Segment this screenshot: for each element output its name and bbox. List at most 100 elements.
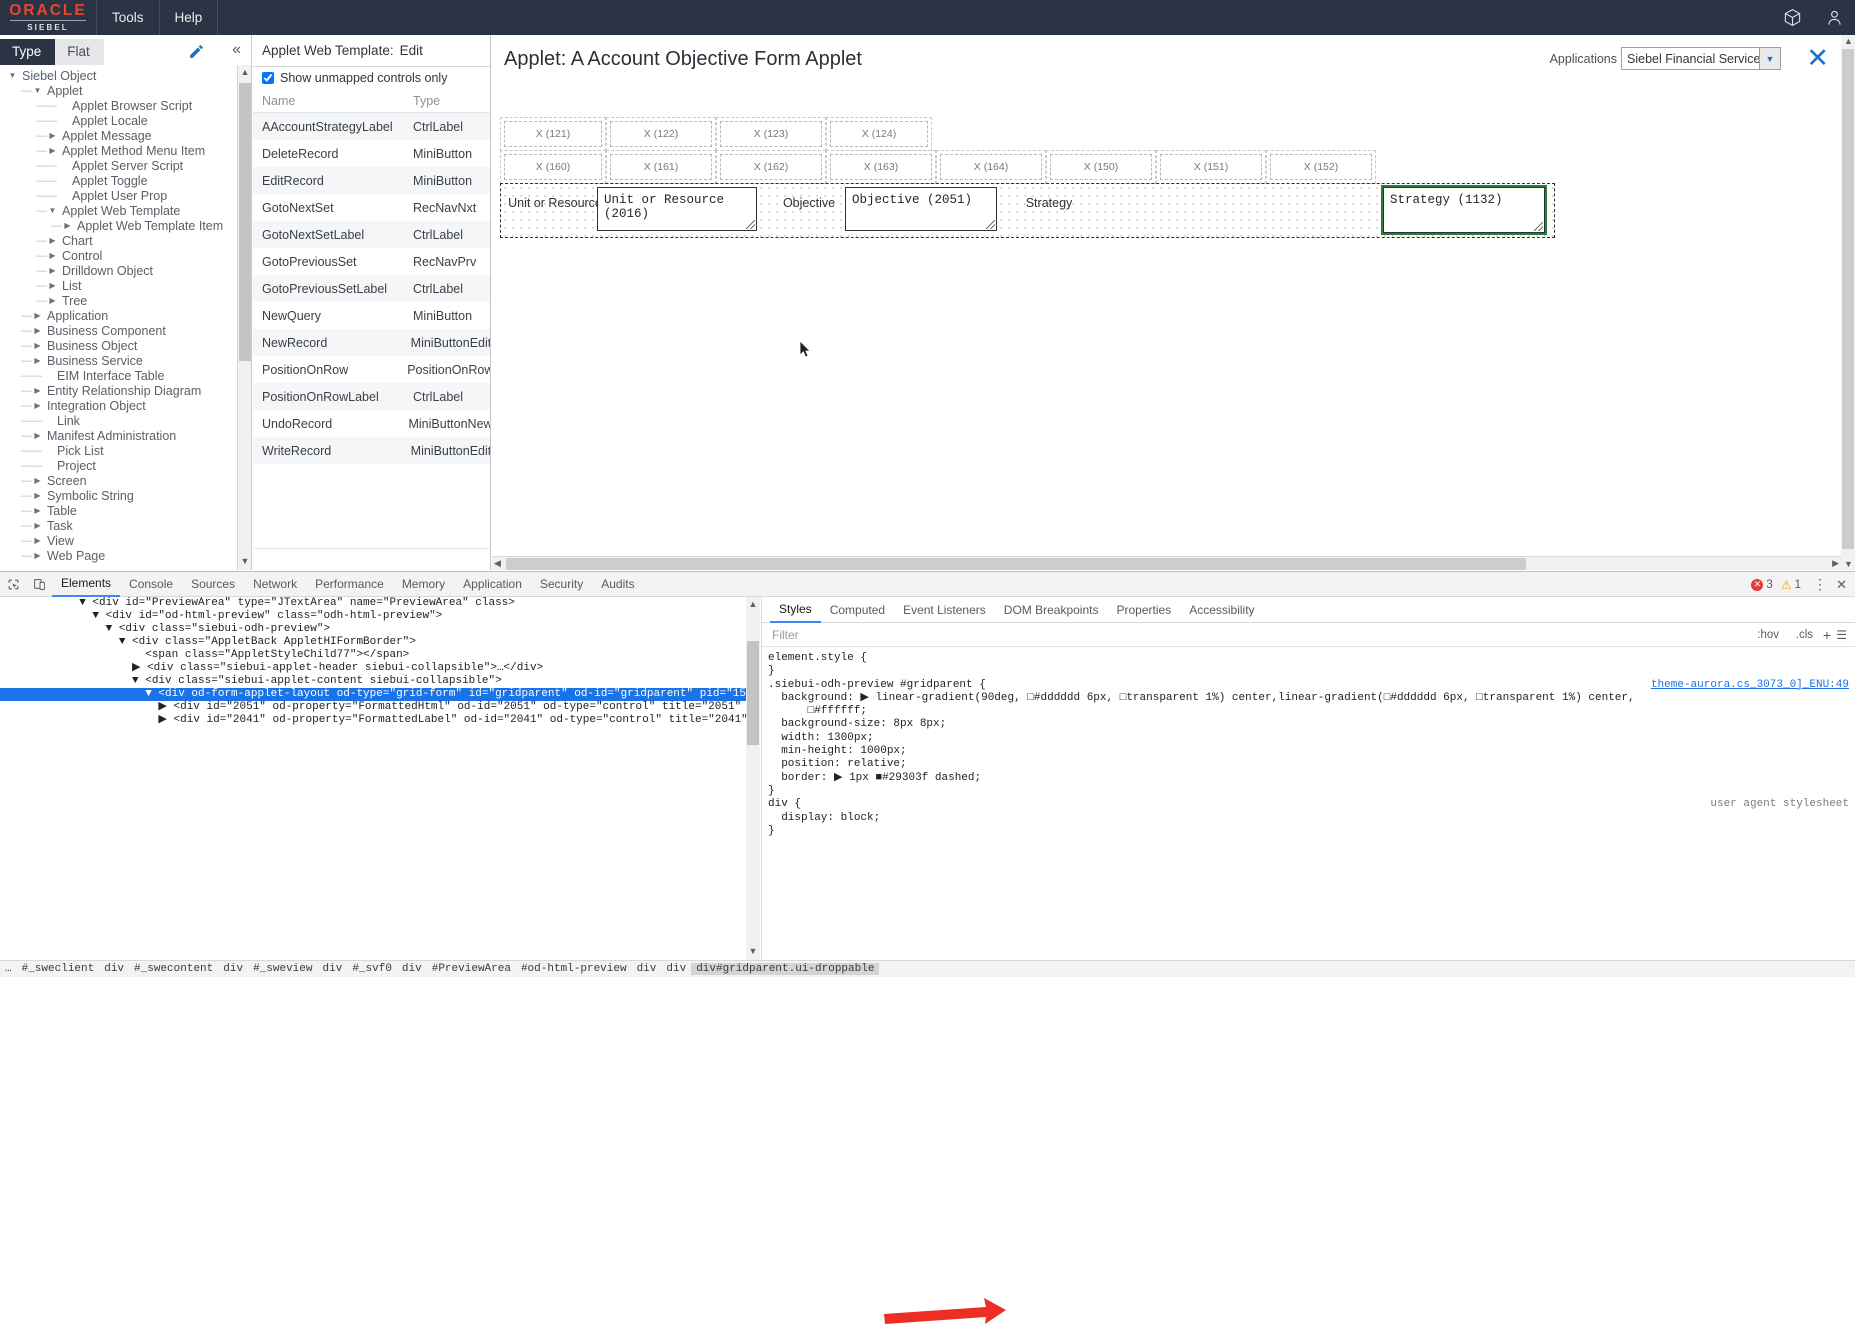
devtools-tab-audits[interactable]: Audits — [592, 572, 643, 597]
tree-caret-right-icon[interactable]: ▶ — [31, 326, 44, 335]
tree-scroll-down-icon[interactable]: ▼ — [240, 556, 250, 568]
table-row[interactable]: GotoNextSetLabelCtrlLabel — [253, 221, 490, 248]
placeholder-slot[interactable]: X (124) — [826, 117, 932, 151]
tree-caret-right-icon[interactable]: ▶ — [46, 251, 59, 260]
hscroll-thumb[interactable] — [506, 558, 1526, 570]
breadcrumb-item[interactable]: #od-html-preview — [516, 963, 632, 975]
css-declaration-line[interactable]: background: ▶ linear-gradient(90deg, □#d… — [768, 692, 1855, 705]
table-row[interactable]: UndoRecordMiniButtonNew — [253, 410, 490, 437]
dom-node-line[interactable]: ▼ <div od-form-applet-layout od-type="gr… — [0, 688, 760, 701]
tree-item[interactable]: ——Project — [0, 458, 238, 473]
user-icon[interactable] — [1813, 0, 1855, 35]
dom-scrollbar[interactable]: ▲ ▼ — [746, 597, 760, 960]
tree-item[interactable]: —▼Applet Web Template — [0, 203, 238, 218]
devtools-tab-sources[interactable]: Sources — [182, 572, 244, 597]
tree-item[interactable]: —▶Applet Method Menu Item — [0, 143, 238, 158]
unit-or-resource-label[interactable]: Unit or Resource — [507, 193, 603, 213]
strategy-field[interactable]: Strategy (1132) — [1383, 187, 1545, 233]
cube-icon[interactable] — [1771, 0, 1813, 35]
editor-horizontal-scrollbar[interactable]: ◀ ▶ — [492, 556, 1841, 570]
tree-item[interactable]: —▶List — [0, 278, 238, 293]
tree-item[interactable]: ——Applet Locale — [0, 113, 238, 128]
devtools-tab-console[interactable]: Console — [120, 572, 182, 597]
tree-item[interactable]: ▼Siebel Object — [0, 68, 238, 83]
css-declaration-line[interactable]: background-size: 8px 8px; — [768, 718, 1855, 731]
dom-scroll-thumb[interactable] — [747, 641, 759, 745]
styles-tab-accessibility[interactable]: Accessibility — [1180, 597, 1263, 623]
devtools-tab-application[interactable]: Application — [454, 572, 531, 597]
tree-caret-right-icon[interactable]: ▶ — [31, 356, 44, 365]
table-row[interactable]: GotoNextSetRecNavNxt — [253, 194, 490, 221]
tree-caret-right-icon[interactable]: ▶ — [31, 476, 44, 485]
page-vertical-scrollbar[interactable]: ▲ ▼ — [1841, 35, 1855, 570]
tree-item[interactable]: ——Applet Browser Script — [0, 98, 238, 113]
dom-scroll-down-icon[interactable]: ▼ — [748, 946, 758, 958]
placeholder-slot[interactable]: X (162) — [716, 150, 826, 184]
tree-item[interactable]: ——Applet Toggle — [0, 173, 238, 188]
cls-button[interactable]: .cls — [1796, 629, 1813, 641]
tree-item[interactable]: —▶Application — [0, 308, 238, 323]
tree-caret-right-icon[interactable]: ▶ — [46, 281, 59, 290]
styles-tab-styles[interactable]: Styles — [770, 597, 821, 623]
css-declaration-line[interactable]: □#ffffff; — [768, 705, 1855, 718]
tab-flat[interactable]: Flat — [55, 39, 104, 65]
breadcrumb-item[interactable]: div — [661, 963, 691, 975]
tree-item[interactable]: ——Applet User Prop — [0, 188, 238, 203]
tree-item[interactable]: —▶View — [0, 533, 238, 548]
chevron-down-icon[interactable]: ▼ — [1759, 48, 1780, 69]
tree-item[interactable]: —▶Applet Message — [0, 128, 238, 143]
breadcrumb-item[interactable]: #_svf0 — [347, 963, 397, 975]
tree-caret-right-icon[interactable]: ▶ — [31, 491, 44, 500]
placeholder-slot[interactable]: X (121) — [500, 117, 606, 151]
breadcrumb-item[interactable]: div — [632, 963, 662, 975]
tree-item[interactable]: —▶Business Component — [0, 323, 238, 338]
table-row[interactable]: DeleteRecordMiniButton — [253, 140, 490, 167]
tree-item[interactable]: —▼Applet — [0, 83, 238, 98]
dom-scroll-up-icon[interactable]: ▲ — [748, 599, 758, 611]
devtools-tab-security[interactable]: Security — [531, 572, 592, 597]
tree-item[interactable]: —▶Task — [0, 518, 238, 533]
css-rules-list[interactable]: element.style {}.siebui-odh-preview #gri… — [762, 648, 1855, 960]
tree-caret-right-icon[interactable]: ▶ — [46, 146, 59, 155]
collapse-panel-icon[interactable]: « — [232, 41, 241, 59]
placeholder-slot[interactable]: X (164) — [936, 150, 1046, 184]
menu-help[interactable]: Help — [160, 0, 219, 35]
tree-caret-right-icon[interactable]: ▶ — [31, 521, 44, 530]
tree-caret-right-icon[interactable]: ▶ — [31, 341, 44, 350]
breadcrumb-item[interactable]: div — [99, 963, 129, 975]
tree-item[interactable]: —▶Entity Relationship Diagram — [0, 383, 238, 398]
table-row[interactable]: WriteRecordMiniButtonEdit — [253, 437, 490, 464]
dom-node-line[interactable]: ▼ <div class="siebui-odh-preview"> — [0, 623, 760, 636]
devtools-tab-performance[interactable]: Performance — [306, 572, 393, 597]
placeholder-slot[interactable]: X (122) — [606, 117, 716, 151]
dom-node-line[interactable]: ▶ <div class="siebui-applet-header siebu… — [0, 662, 760, 675]
tree-item[interactable]: —▶Web Page — [0, 548, 238, 563]
table-row[interactable]: NewQueryMiniButton — [253, 302, 490, 329]
objective-label[interactable]: Objective — [773, 193, 845, 213]
dom-node-line[interactable]: ▼ <div id="od-html-preview" class="odh-h… — [0, 610, 760, 623]
more-options-icon[interactable]: ⋮ — [1813, 572, 1827, 597]
tree-scroll-thumb[interactable] — [239, 83, 251, 361]
dom-node-line[interactable]: ▼ <div class="AppletBack AppletHIFormBor… — [0, 636, 760, 649]
tree-item[interactable]: —▶Table — [0, 503, 238, 518]
breadcrumb-item[interactable]: div#gridparent.ui-droppable — [691, 963, 879, 975]
table-row[interactable]: PositionOnRowLabelCtrlLabel — [253, 383, 490, 410]
table-row[interactable]: EditRecordMiniButton — [253, 167, 490, 194]
tree-item[interactable]: —▶Business Service — [0, 353, 238, 368]
devtools-close-icon[interactable]: ✕ — [1836, 572, 1847, 597]
styles-filter-input[interactable]: Filter — [762, 628, 799, 642]
css-declaration-line[interactable]: .siebui-odh-preview #gridparent {theme-a… — [768, 679, 1855, 692]
tree-scroll-up-icon[interactable]: ▲ — [240, 67, 250, 79]
tree-item[interactable]: —▶Symbolic String — [0, 488, 238, 503]
breadcrumb-item[interactable]: … — [0, 963, 17, 975]
tree-caret-right-icon[interactable]: ▶ — [61, 221, 74, 230]
css-declaration-line[interactable]: display: block; — [768, 812, 1855, 825]
tree-item[interactable]: ——Pick List — [0, 443, 238, 458]
hscroll-right-icon[interactable]: ▶ — [1832, 558, 1839, 569]
placeholder-slot[interactable]: X (152) — [1266, 150, 1376, 184]
hscroll-left-icon[interactable]: ◀ — [494, 558, 501, 569]
dom-node-line[interactable]: ▼ <div id="PreviewArea" type="JTextArea"… — [0, 597, 760, 610]
application-select[interactable]: Siebel Financial Services ▼ — [1621, 47, 1781, 70]
objective-field[interactable]: Objective (2051) — [845, 187, 997, 231]
table-row[interactable]: NewRecordMiniButtonEdit — [253, 329, 490, 356]
